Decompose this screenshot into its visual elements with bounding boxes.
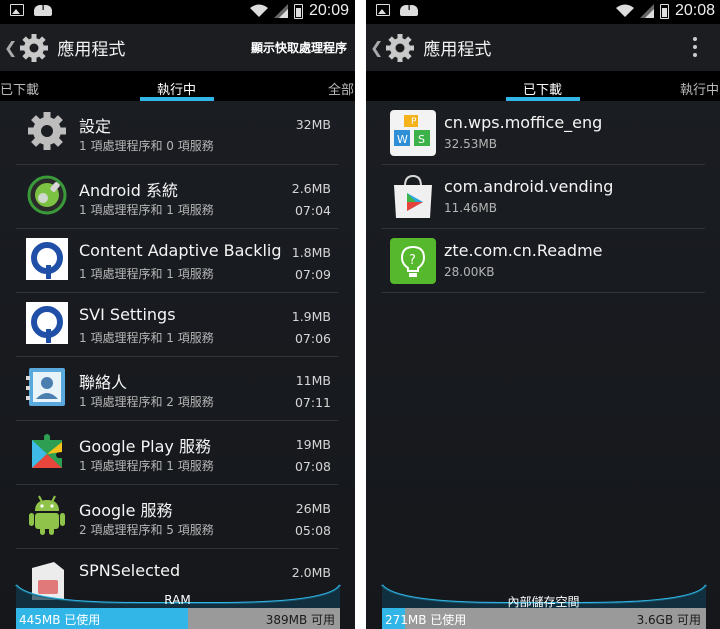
status-bar: 20:09 (0, 0, 355, 24)
list-item[interactable]: Google 服務 2 項處理程序和 5 項服務 26MB 05:08 (16, 485, 338, 549)
settings-app-icon[interactable] (19, 33, 49, 63)
app-package-name: zte.com.cn.Readme (444, 241, 603, 260)
app-memory-size: 19MB (295, 437, 331, 452)
app-run-time: 07:11 (294, 395, 331, 410)
ram-free-text: 389MB 可用 (265, 613, 335, 627)
app-name: 設定 (79, 117, 112, 136)
list-item[interactable]: Google Play 服務 1 項處理程序和 1 項服務 19MB 07:08 (16, 421, 338, 485)
tab-running[interactable]: 執行中 (157, 79, 196, 98)
clock: 20:08 (674, 2, 715, 19)
list-item[interactable]: com.android.vending 11.46MB (382, 165, 705, 229)
svg-text:W: W (397, 133, 408, 146)
list-item[interactable]: P W S cn.wps.moffice_eng 32.53MB (382, 101, 705, 165)
tab-bar: 已下載 執行中 (366, 71, 720, 101)
app-name: Content Adaptive Backlight (79, 241, 282, 260)
app-process-info: 1 項處理程序和 1 項服務 (79, 459, 214, 473)
list-item[interactable]: SVI Settings 1 項處理程序和 1 項服務 1.9MB 07:06 (16, 293, 338, 357)
svg-text:P: P (411, 117, 417, 127)
app-memory-size: 32MB (295, 117, 331, 132)
svg-text:?: ? (409, 253, 416, 268)
app-name: Android 系統 (79, 181, 178, 200)
settings-app-icon[interactable] (385, 33, 415, 63)
clock: 20:09 (308, 2, 349, 19)
running-apps-screen: 20:09 ❮ 應用程式 顯示快取處理程序 已下載 執行中 全部 (0, 0, 355, 629)
page-title: 應用程式 (423, 40, 492, 60)
app-name: SVI Settings (79, 305, 176, 324)
list-item[interactable]: 聯絡人 1 項處理程序和 2 項服務 11MB 07:11 (16, 357, 338, 421)
play-store-bag-icon (394, 174, 432, 218)
image-notification-icon (10, 4, 24, 16)
action-bar: ❮ 應用程式 顯示快取處理程序 (0, 24, 355, 71)
list-item[interactable]: Android 系統 1 項處理程序和 1 項服務 2.6MB 07:04 (16, 165, 338, 229)
app-process-info: 1 項處理程序和 2 項服務 (79, 395, 214, 409)
back-chevron-icon[interactable]: ❮ (4, 38, 17, 57)
app-process-info: 1 項處理程序和 0 項服務 (79, 139, 214, 153)
wps-office-icon: P W S (390, 110, 436, 156)
back-chevron-icon[interactable]: ❮ (370, 38, 383, 57)
app-run-time: 07:06 (294, 331, 331, 346)
app-run-time: 05:08 (294, 523, 331, 538)
qualcomm-icon (26, 238, 68, 280)
tab-downloaded[interactable]: 已下載 (0, 79, 39, 98)
cloud-upload-icon (400, 2, 418, 16)
list-item[interactable]: Content Adaptive Backlight 1 項處理程序和 1 項服… (16, 229, 338, 293)
action-bar: ❮ 應用程式 (366, 24, 720, 71)
signal-icon (639, 4, 654, 18)
show-cached-processes-button[interactable]: 顯示快取處理程序 (251, 39, 347, 56)
downloaded-apps-screen: 20:08 ❮ 應用程式 已下載 執行中 (366, 0, 720, 629)
overflow-menu-icon[interactable] (693, 37, 697, 61)
app-name: 聯絡人 (79, 373, 128, 392)
app-run-time: 07:08 (294, 459, 331, 474)
wifi-icon (615, 4, 634, 17)
list-item[interactable]: 設定 1 項處理程序和 0 項服務 32MB (16, 101, 338, 165)
list-item[interactable]: ? zte.com.cn.Readme 28.00KB (382, 229, 705, 293)
tab-all[interactable]: 全部 (328, 79, 354, 98)
tab-running[interactable]: 執行中 (680, 79, 719, 98)
tab-downloaded[interactable]: 已下載 (523, 79, 562, 98)
app-size: 28.00KB (444, 265, 495, 279)
app-process-info: 1 項處理程序和 1 項服務 (79, 331, 214, 345)
image-notification-icon (376, 4, 390, 16)
app-process-info: 1 項處理程序和 1 項服務 (79, 203, 214, 217)
battery-icon (293, 3, 303, 19)
app-package-name: com.android.vending (444, 177, 614, 196)
android-robot-icon (29, 495, 65, 535)
svg-text:S: S (418, 133, 425, 146)
status-bar: 20:08 (366, 0, 720, 24)
app-size: 32.53MB (444, 137, 497, 151)
google-play-services-icon (32, 434, 62, 468)
app-memory-size: 1.8MB (291, 245, 331, 260)
app-run-time: 07:09 (294, 267, 331, 282)
lightbulb-icon: ? (390, 238, 436, 284)
qualcomm-icon (26, 302, 68, 344)
ram-usage-bar: 445MB 已使用 389MB 可用 (16, 608, 340, 629)
contacts-icon (26, 368, 65, 406)
ram-label: RAM (164, 593, 191, 607)
android-system-icon (27, 175, 67, 215)
page-title: 應用程式 (57, 40, 126, 60)
battery-icon (659, 3, 669, 19)
internal-storage-bar: 271MB 已使用 3.6GB 可用 (382, 608, 706, 629)
app-process-info: 2 項處理程序和 5 項服務 (79, 523, 214, 537)
app-name: Google 服務 (79, 501, 173, 520)
storage-used-text: 271MB 已使用 (385, 613, 467, 627)
app-package-name: cn.wps.moffice_eng (444, 113, 603, 132)
app-process-info: 1 項處理程序和 1 項服務 (79, 267, 214, 281)
app-name: Google Play 服務 (79, 437, 211, 456)
ram-used-text: 445MB 已使用 (19, 613, 101, 627)
app-memory-size: 11MB (295, 373, 331, 388)
settings-gear-icon (28, 112, 66, 150)
app-size: 11.46MB (444, 201, 497, 215)
app-memory-size: 26MB (295, 501, 331, 516)
wifi-icon (249, 4, 268, 17)
cloud-upload-icon (34, 2, 52, 16)
storage-free-text: 3.6GB 可用 (636, 613, 701, 627)
app-memory-size: 1.9MB (291, 309, 331, 324)
tab-bar: 已下載 執行中 全部 (0, 71, 355, 101)
app-run-time: 07:04 (294, 203, 331, 218)
app-memory-size: 2.6MB (291, 181, 331, 196)
signal-icon (273, 4, 288, 18)
